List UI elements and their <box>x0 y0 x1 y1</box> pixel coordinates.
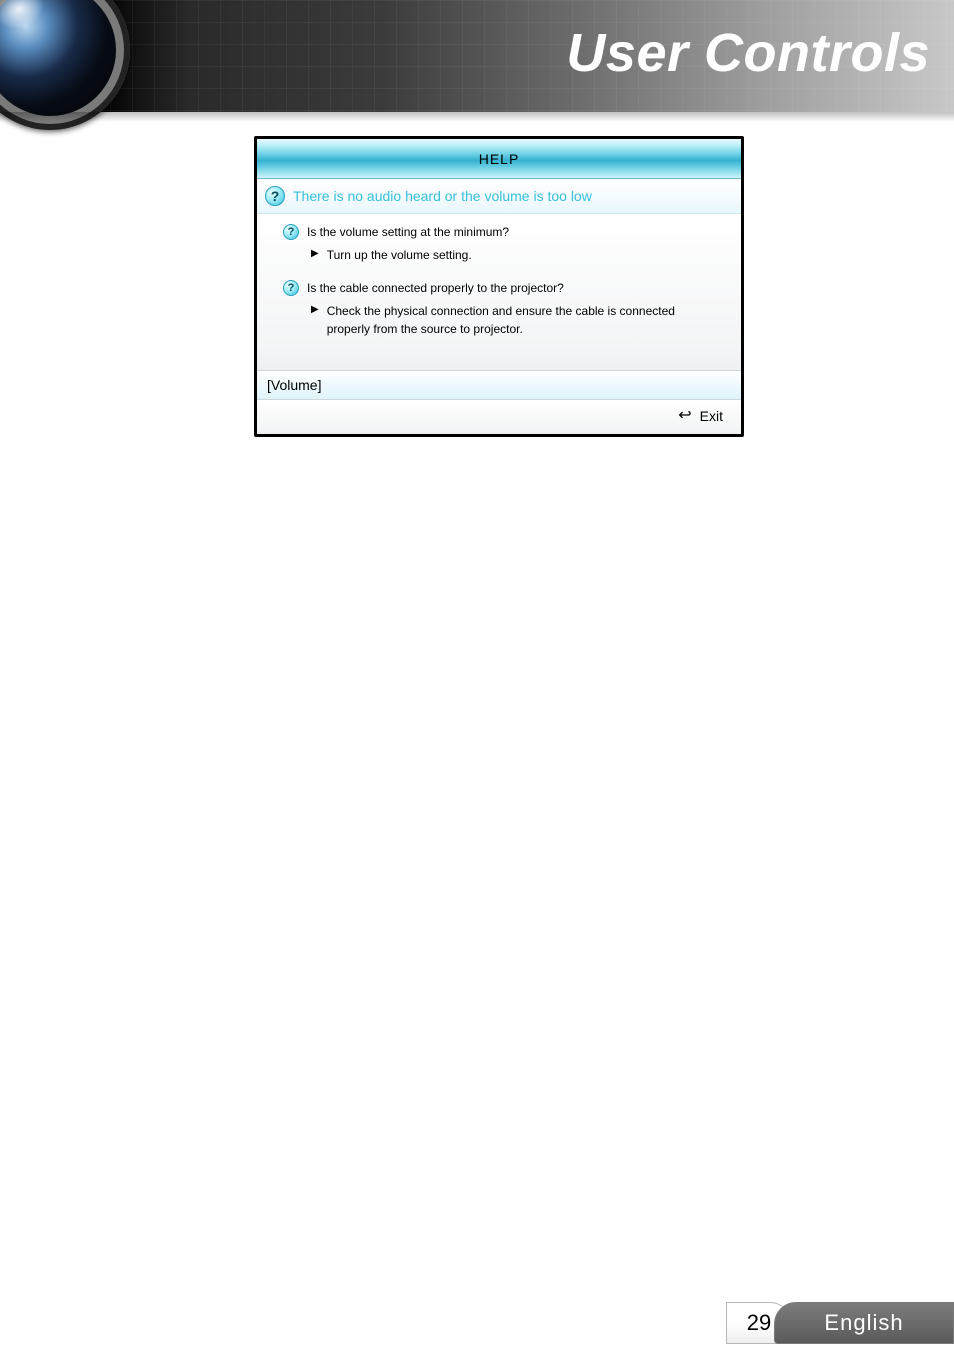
help-osd-panel: HELP ? There is no audio heard or the vo… <box>254 136 744 437</box>
question-icon: ? <box>265 186 285 206</box>
back-arrow-icon: ↩ <box>678 408 691 424</box>
qa-question: Is the cable connected properly to the p… <box>307 281 564 295</box>
panel-body: ? Is the volume setting at the minimum? … <box>257 214 741 371</box>
question-icon: ? <box>283 280 299 296</box>
page-header: User Controls <box>0 0 954 112</box>
bullet-icon: ▶ <box>311 246 319 262</box>
exit-row[interactable]: ↩ Exit <box>257 400 741 434</box>
help-topic-row[interactable]: ? There is no audio heard or the volume … <box>257 179 741 214</box>
panel-title: HELP <box>257 139 741 179</box>
help-topic-text: There is no audio heard or the volume is… <box>293 188 592 204</box>
qa-item: ? Is the cable connected properly to the… <box>269 280 729 338</box>
qa-item: ? Is the volume setting at the minimum? … <box>269 224 729 264</box>
page-title: User Controls <box>566 22 930 84</box>
qa-question: Is the volume setting at the minimum? <box>307 225 509 239</box>
selected-item-bar[interactable]: [Volume] <box>257 371 741 400</box>
qa-action-text: Turn up the volume setting. <box>327 246 472 264</box>
page-footer: 29 English <box>0 1294 954 1354</box>
bullet-icon: ▶ <box>311 302 319 318</box>
question-icon: ? <box>283 224 299 240</box>
exit-label: Exit <box>700 408 723 424</box>
header-shadow <box>0 112 954 122</box>
language-label: English <box>774 1302 954 1344</box>
qa-action-text: Check the physical connection and ensure… <box>327 302 707 338</box>
